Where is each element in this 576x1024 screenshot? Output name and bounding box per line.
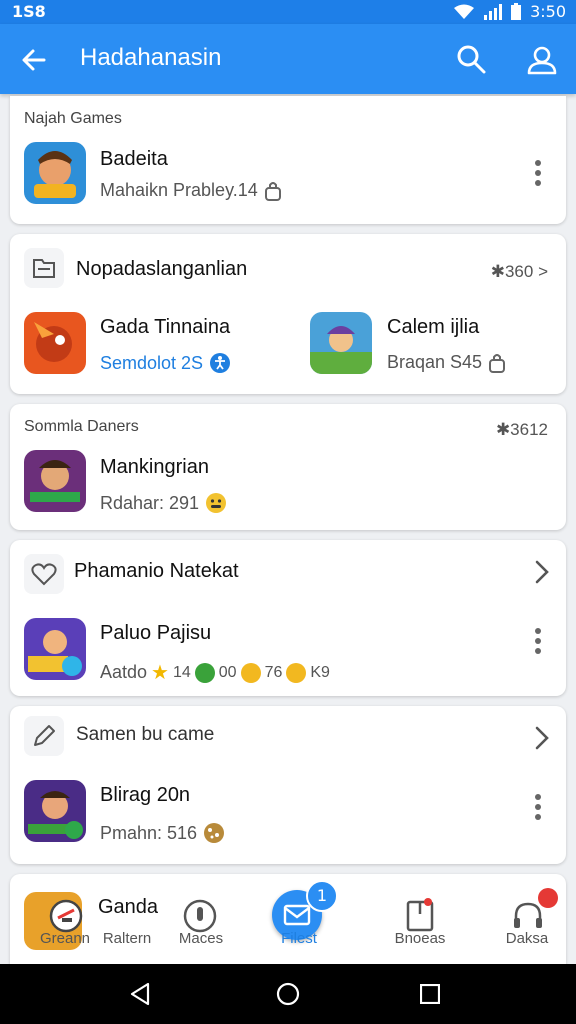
app-bar: Hadahanasin xyxy=(0,24,576,94)
card-sommla: Sommla Daners ✱3612 Mankingrian Rdahar: … xyxy=(10,404,566,530)
gem-icon xyxy=(194,662,215,683)
game-name[interactable]: Mankingrian xyxy=(100,456,209,479)
star-icon: ★ xyxy=(151,662,169,684)
cookie-icon xyxy=(204,823,225,843)
section-meta[interactable]: ✱3612 xyxy=(496,420,548,440)
nav-label[interactable]: Daksa xyxy=(482,930,572,947)
nav-label[interactable]: Filest xyxy=(254,930,344,947)
lock-icon xyxy=(264,181,281,201)
game-subtitle: Braqan S45 xyxy=(387,352,506,373)
game-subtitle-text: Braqan S45 xyxy=(387,352,483,372)
more-vert-icon[interactable] xyxy=(528,792,548,822)
home-circle-icon[interactable] xyxy=(276,982,300,1006)
stat-value: 14 xyxy=(172,663,191,681)
section-title: Phamanio Natekat xyxy=(74,560,239,582)
battery-icon xyxy=(511,2,522,20)
nav-label[interactable]: Bnoeas xyxy=(375,930,465,947)
game-icon[interactable] xyxy=(24,780,86,842)
game-name[interactable]: Gada Tinnaina xyxy=(100,316,230,339)
card-phamanio: Phamanio Natekat Paluo Pajisu Aatdo ★ 14… xyxy=(10,540,566,696)
coin-icon xyxy=(240,662,261,683)
game-name[interactable]: Calem ijlia xyxy=(387,316,479,339)
section-label: Sommla Daners xyxy=(24,418,139,435)
chevron-right-icon[interactable] xyxy=(532,558,552,586)
nav-label[interactable]: Maces xyxy=(156,930,246,947)
game-subtitle: Aatdo ★ 14 00 76 K9 xyxy=(100,660,330,685)
section-title: Samen bu came xyxy=(76,724,215,745)
stat-value: 00 xyxy=(218,663,237,681)
stat-value: 76 xyxy=(264,663,283,681)
system-nav-bar xyxy=(0,964,576,1024)
signal-icon xyxy=(484,3,503,20)
lock-icon xyxy=(489,353,506,373)
more-vert-icon[interactable] xyxy=(528,158,548,188)
heart-icon xyxy=(24,554,64,594)
page-title: Hadahanasin xyxy=(80,44,222,71)
game-subtitle: Semdolot 2S xyxy=(100,352,231,374)
game-subtitle-text: Rdahar: 291 xyxy=(100,492,200,513)
game-subtitle: Pmahn: 516 xyxy=(100,822,225,844)
status-icons: 3:50 xyxy=(454,2,566,21)
game-subtitle: Rdahar: 291 xyxy=(100,492,227,514)
more-vert-icon[interactable] xyxy=(528,626,548,656)
badge-count: 1 xyxy=(316,886,328,905)
back-triangle-icon[interactable] xyxy=(128,982,152,1006)
card-samen: Samen bu came Blirag 20n Pmahn: 516 xyxy=(10,706,566,864)
game-subtitle-text: Aatdo xyxy=(100,662,148,682)
game-subtitle: Mahaikn Prabley.14 xyxy=(100,180,282,201)
arrow-left-icon[interactable] xyxy=(20,46,48,74)
accessibility-icon xyxy=(210,353,231,373)
game-icon[interactable] xyxy=(24,450,86,512)
status-clock: 3:50 xyxy=(530,2,566,21)
game-subtitle-text: Semdolot 2S xyxy=(100,352,204,373)
bottom-nav: 1 xyxy=(0,868,576,964)
section-meta[interactable]: ✱360 > xyxy=(491,262,548,282)
wifi-icon xyxy=(454,4,475,19)
smiley-icon xyxy=(206,493,227,513)
game-icon[interactable] xyxy=(310,312,372,374)
card-nopadas: Nopadaslanganlian ✱360 > Gada Tinnaina S… xyxy=(10,234,566,394)
alert-dot xyxy=(538,888,558,908)
game-name[interactable]: Blirag 20n xyxy=(100,784,190,807)
notification-badge: 1 xyxy=(306,880,338,912)
section-title: Nopadaslanganlian xyxy=(76,258,248,280)
coin-icon xyxy=(286,662,307,683)
search-icon[interactable] xyxy=(456,44,486,74)
status-bar: 1S8 3:50 xyxy=(0,0,576,24)
account-icon[interactable] xyxy=(526,44,558,76)
stat-value: K9 xyxy=(310,663,330,681)
game-name[interactable]: Badeita xyxy=(100,148,168,171)
game-subtitle-text: Mahaikn Prabley.14 xyxy=(100,180,258,200)
game-name[interactable]: Paluo Pajisu xyxy=(100,622,211,645)
game-icon[interactable] xyxy=(24,312,86,374)
card-najah-games: Najah Games Badeita Mahaikn Prabley.14 xyxy=(10,96,566,224)
status-time: 1S8 xyxy=(12,2,46,21)
folder-icon xyxy=(24,248,64,288)
game-subtitle-text: Pmahn: 516 xyxy=(100,822,198,843)
section-label: Najah Games xyxy=(24,110,122,127)
pencil-icon xyxy=(24,716,64,756)
game-icon[interactable] xyxy=(24,618,86,680)
chevron-right-icon[interactable] xyxy=(532,724,552,752)
game-icon[interactable] xyxy=(24,142,86,204)
recents-square-icon[interactable] xyxy=(420,984,440,1004)
